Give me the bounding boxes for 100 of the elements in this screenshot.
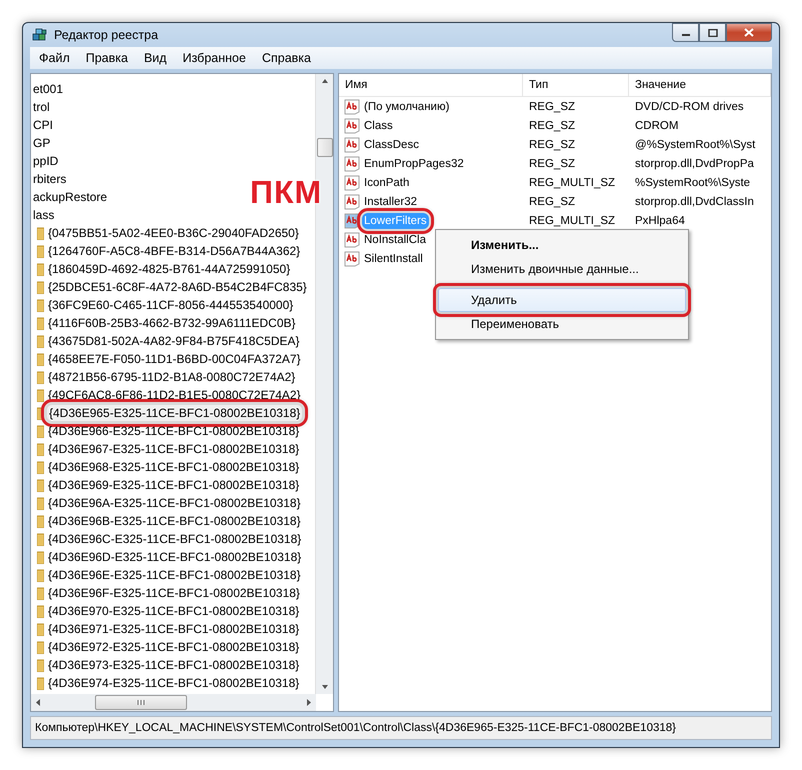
value-name[interactable]: EnumPropPages32 [362,156,466,172]
scroll-thumb[interactable] [316,138,332,157]
table-cell-text: %SystemRoot%\Syste [634,176,752,188]
column-header[interactable]: Значение [629,74,771,96]
string-value-icon [344,118,360,134]
tree-item[interactable]: {36FC9E60-C465-11CF-8056-444553540000} [46,297,296,313]
tree-item[interactable]: {4116F60B-25B3-4662-B732-99A6111EDC0B} [46,315,298,331]
tree-item[interactable]: {4D36E968-E325-11CE-BFC1-08002BE10318} [46,459,302,475]
value-name[interactable]: IconPath [362,174,412,190]
table-cell-text: REG_MULTI_SZ [528,176,616,188]
scroll-thumb[interactable] [95,695,187,710]
value-name[interactable]: NoInstallCla [362,232,428,248]
tree-item[interactable]: CPI [31,117,56,133]
folder-icon [37,352,44,366]
string-value-icon [344,250,360,266]
table-cell-text: PxHlpa64 [634,214,686,226]
context-menu-item[interactable]: Изменить... [438,233,686,257]
tree-item[interactable]: {4D36E971-E325-11CE-BFC1-08002BE10318} [46,621,302,637]
string-value-icon [344,232,360,248]
tree-item[interactable]: {4D36E96E-E325-11CE-BFC1-08002BE10318} [46,567,303,583]
value-name[interactable]: (По умолчанию) [362,98,452,114]
folder-icon [37,424,44,438]
string-value-icon [344,136,360,152]
menu-item[interactable]: Избранное [176,49,253,67]
tree-item[interactable]: {4D36E96F-E325-11CE-BFC1-08002BE10318} [46,585,302,601]
menu-item[interactable]: Вид [136,49,174,67]
folder-icon [37,586,44,600]
menu-item[interactable]: Правка [78,49,135,67]
close-button[interactable] [726,23,772,42]
table-cell-text: storprop.dll,DvdPropPa [634,158,755,170]
tree-item[interactable]: {4D36E973-E325-11CE-BFC1-08002BE10318} [46,657,302,673]
tree-item[interactable]: ppID [31,153,60,169]
tree-item[interactable]: GP [31,135,52,151]
tree-item[interactable]: {1264760F-A5C8-4BFE-B314-D56A7B44A362} [46,243,302,259]
column-header[interactable]: Тип [523,74,629,96]
folder-icon [37,478,44,492]
folder-icon [37,226,44,240]
table-cell-text: REG_SZ [528,100,576,112]
tree-item[interactable]: {4D36E972-E325-11CE-BFC1-08002BE10318} [46,639,302,655]
tree-item[interactable]: rbiters [31,171,68,187]
window-title: Редактор реестра [54,28,158,42]
maximize-button[interactable] [699,23,726,42]
string-value-icon [344,156,360,172]
value-name[interactable]: Installer32 [362,194,420,210]
tree-item[interactable]: {4D36E970-E325-11CE-BFC1-08002BE10318} [46,603,302,619]
tree-item[interactable]: {4D36E974-E325-11CE-BFC1-08002BE10318} [46,675,302,691]
tree-item[interactable]: lass [31,207,56,223]
tree-item[interactable]: {43675D81-502A-4A82-9F84-B75F418C5DEA} [46,333,302,349]
tree-item[interactable]: {4D36E96B-E325-11CE-BFC1-08002BE10318} [46,513,303,529]
horizontal-scrollbar[interactable] [31,694,316,711]
tree-item[interactable]: trol [31,99,52,115]
folder-icon [37,388,44,402]
tree-item[interactable]: {49CF6AC8-6F86-11D2-B1E5-0080C72E74A2} [46,387,303,403]
menu-item[interactable]: Справка [254,49,318,67]
table-cell-text: CDROM [634,120,680,132]
string-value-icon [344,174,360,190]
minimize-button[interactable] [672,23,699,42]
tree-item[interactable]: {4D36E966-E325-11CE-BFC1-08002BE10318} [46,423,302,439]
close-icon [744,28,754,37]
string-value-icon [344,98,360,114]
table-cell-text: storprop.dll,DvdClassIn [634,196,755,208]
value-name[interactable]: SilentInstall [362,250,425,266]
tree-item[interactable]: {4D36E967-E325-11CE-BFC1-08002BE10318} [46,441,302,457]
annotation-label: ПКМ [250,176,322,208]
table-cell-text: @%SystemRoot%\Syst [634,138,756,150]
folder-icon [37,496,44,510]
tree-item[interactable]: ackupRestore [31,189,110,205]
maximize-icon [708,28,718,36]
folder-icon [37,604,44,618]
string-value-icon [344,212,360,228]
table-cell-text: REG_MULTI_SZ [528,214,616,226]
folder-icon [37,298,44,312]
table-cell-text: REG_SZ [528,196,576,208]
tree-item[interactable]: {4D36E96A-E325-11CE-BFC1-08002BE10318} [46,495,303,511]
tree-item[interactable]: {25DBCE51-6C8F-4A72-8A6D-B54C2B4FC835} [46,279,309,295]
folder-icon [37,370,44,384]
tree-item[interactable]: et001 [31,81,66,97]
tree-item[interactable]: {4D36E96D-E325-11CE-BFC1-08002BE10318} [46,549,304,565]
column-header[interactable]: Имя [339,74,523,96]
tree-item[interactable]: {0475BB51-5A02-4EE0-B36C-29040FAD2650} [46,225,301,241]
folder-icon [37,316,44,330]
context-menu-item[interactable]: Изменить двоичные данные... [438,257,686,281]
value-name[interactable]: Class [362,118,395,134]
tree-item[interactable]: {4658EE7E-F050-11D1-B6BD-00C04FA372A7} [46,351,303,367]
context-menu-item[interactable]: Переименовать [438,312,686,336]
folder-icon [37,640,44,654]
folder-icon [37,514,44,528]
folder-icon [37,334,44,348]
table-cell-text: DVD/CD-ROM drives [634,100,745,112]
tree-item[interactable]: {48721B56-6795-11D2-B1A8-0080C72E74A2} [46,369,298,385]
menu-item[interactable]: Файл [32,49,77,67]
tree-item[interactable]: {1860459D-4692-4825-B761-44A725991050} [46,261,292,277]
folder-icon [37,676,44,690]
folder-icon [37,532,44,546]
table-cell-text: REG_SZ [528,120,576,132]
folder-icon [37,460,44,474]
tree-item[interactable]: {4D36E96C-E325-11CE-BFC1-08002BE10318} [46,531,304,547]
table-cell-text: REG_SZ [528,158,576,170]
value-name[interactable]: ClassDesc [362,136,421,152]
tree-item[interactable]: {4D36E969-E325-11CE-BFC1-08002BE10318} [46,477,302,493]
